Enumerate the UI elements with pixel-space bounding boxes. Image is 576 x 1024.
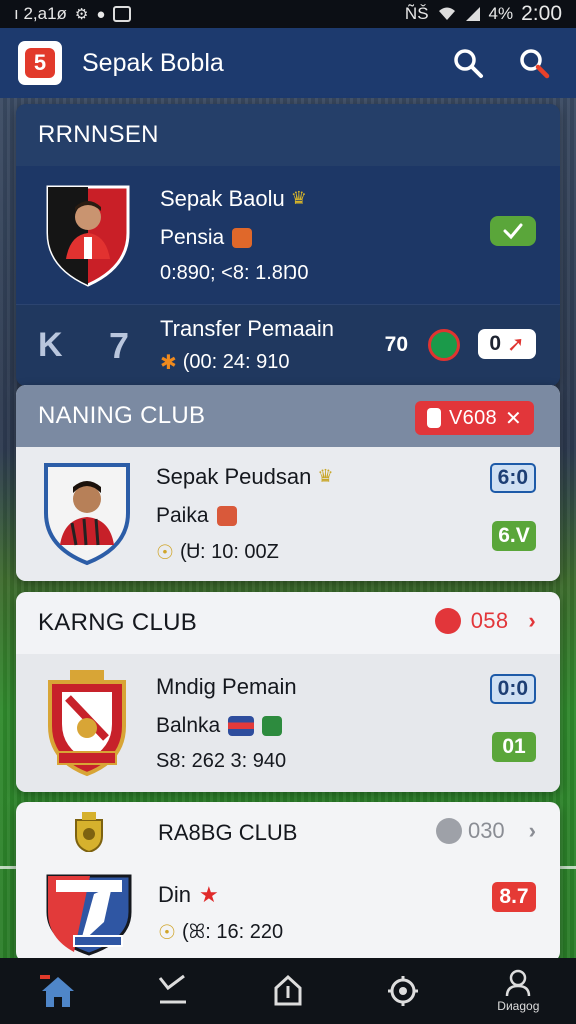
- section-header: RRNNSEN: [16, 104, 560, 166]
- search-alt-button[interactable]: [510, 39, 558, 87]
- home-icon: [39, 975, 74, 1007]
- score-top[interactable]: 6:0: [489, 463, 536, 493]
- section-title: NANING CLUB: [38, 402, 206, 429]
- medal-icon: ☉: [156, 541, 174, 564]
- nav-check[interactable]: [128, 958, 218, 1024]
- nav-upload[interactable]: [243, 958, 333, 1024]
- club-badge-value: V608: [449, 406, 497, 429]
- club-mini-icon: [216, 505, 237, 526]
- club-crest-icon: [46, 874, 132, 956]
- section-ra8bg-club: RA8BG CLUB 030 › Din ★ ☉ (ꕤ: 16: 220 8.7: [16, 802, 560, 962]
- settings-status-icon: ⚙: [74, 6, 89, 23]
- arrow-icon: ➚: [507, 332, 525, 356]
- section-header: NANING CLUB V608 ✕: [16, 385, 560, 447]
- status-time: 2:00: [521, 2, 562, 25]
- club-badge-button[interactable]: 058 ›: [434, 608, 536, 634]
- player-name: Mndig Pemain: [156, 673, 297, 699]
- player-name: Sepak Peudsan: [156, 463, 312, 489]
- app-title: Sepak Bobla: [82, 48, 224, 77]
- section-header: KARNG CLUB 058 ›: [16, 592, 560, 654]
- search-alt-icon: [520, 49, 550, 79]
- club-mini-icon: [262, 715, 283, 736]
- club-badge-button[interactable]: V608 ✕: [415, 401, 534, 435]
- club-crest-icon: [48, 670, 126, 777]
- transfer-meta: (00: 24: 910: [182, 351, 290, 373]
- search-icon: [454, 49, 483, 78]
- transfer-row[interactable]: K 7 Transfer Pemaain ✱ (00: 24: 910 70 0…: [16, 304, 560, 386]
- transfer-badge[interactable]: 0 ➚: [478, 329, 536, 359]
- search-button[interactable]: [444, 39, 492, 87]
- flag-icon: [232, 227, 253, 248]
- status-left-text: ı 2,a1ø: [14, 4, 67, 23]
- player-subtitle: Balnka: [156, 713, 221, 737]
- section-karng-club: KARNG CLUB 058 › Mndig Pemain Balnka S8:…: [16, 592, 560, 792]
- club-circle-icon: [435, 818, 462, 844]
- battery-text: 4%: [488, 4, 514, 23]
- score-bottom[interactable]: 6.V: [492, 521, 536, 551]
- club-badge-value: 030: [467, 818, 505, 843]
- nav-profile[interactable]: Dиagog: [473, 958, 563, 1024]
- profile-icon: [506, 969, 531, 997]
- nav-profile-label: Dиagog: [497, 999, 540, 1013]
- upload-icon: [274, 974, 302, 1006]
- section-title: KARNG CLUB: [38, 609, 198, 636]
- player-crest-avatar: [46, 185, 130, 287]
- chevron-right-icon: ›: [528, 818, 536, 843]
- player-row[interactable]: Sepak Baolu ♛ Pensia 0:890; <8: 1.8Ŋ0: [16, 166, 560, 304]
- star-icon: ✱: [160, 352, 177, 374]
- transfer-left-number: 7: [108, 324, 130, 366]
- status-bar: ı 2,a1ø ⚙ ● ÑŠ 4% 2:00: [0, 0, 576, 28]
- score-bottom[interactable]: 01: [492, 732, 536, 762]
- player-meta: S8: 262 3: 940: [156, 749, 287, 772]
- section-rrnnsen: RRNNSEN Sepak Baolu ♛ Pensia 0:890; <8: …: [16, 104, 560, 386]
- player-name: Sepak Baolu: [160, 185, 285, 211]
- check-icon: [503, 223, 523, 240]
- shield-icon: [427, 408, 442, 428]
- score-badge[interactable]: 8.7: [492, 882, 536, 912]
- transfer-left-letter: K: [38, 326, 63, 364]
- app-bar: 5 Sepak Bobla: [0, 28, 576, 98]
- flag-icon: [228, 715, 255, 736]
- wifi-icon: [438, 7, 455, 20]
- network-text: ÑŠ: [404, 4, 429, 23]
- transfer-score: 70: [384, 333, 408, 356]
- score-top[interactable]: 0:0: [489, 674, 536, 704]
- app-logo[interactable]: 5: [18, 41, 62, 85]
- nav-settings[interactable]: [358, 958, 448, 1024]
- notification-status-icon: [113, 6, 132, 22]
- bottom-navigation: Dиagog: [0, 958, 576, 1024]
- message-status-icon: ●: [96, 5, 106, 23]
- medal-icon: ☉: [158, 922, 176, 944]
- settings-icon: [388, 976, 419, 1006]
- club-badge-icon: [428, 329, 460, 361]
- check-button[interactable]: [490, 216, 536, 246]
- section-title: RA8BG CLUB: [158, 820, 298, 845]
- section-naning-club: NANING CLUB V608 ✕ Sepak Peudsan ♛ Paika: [16, 385, 560, 581]
- trophy-icon: ♛: [317, 466, 334, 486]
- club-small-crest-icon: [75, 812, 103, 852]
- transfer-badge-value: 0: [489, 332, 502, 355]
- chevron-right-icon: ›: [528, 608, 536, 633]
- club-circle-icon: [434, 608, 461, 634]
- player-row[interactable]: Sepak Peudsan ♛ Paika ☉ (Ꮜ: 10: 00Z 6:0 …: [16, 447, 560, 581]
- player-subtitle: Paika: [156, 503, 209, 527]
- club-badge-value: 058: [470, 608, 509, 633]
- checklist-icon: [158, 974, 186, 1004]
- nav-home[interactable]: [13, 958, 103, 1024]
- transfer-title: Transfer Pemaain: [160, 316, 335, 341]
- player-name: Din: [158, 882, 192, 907]
- signal-icon: [465, 7, 480, 21]
- player-meta: (ꕤ: 16: 220: [181, 921, 284, 943]
- player-row[interactable]: Mndig Pemain Balnka S8: 262 3: 940 0:0 0…: [16, 654, 560, 792]
- player-meta: (Ꮜ: 10: 00Z: [179, 540, 279, 563]
- close-icon: ✕: [504, 407, 522, 430]
- app-logo-letter: 5: [25, 48, 55, 78]
- player-meta: 0:890; <8: 1.8Ŋ0: [160, 261, 309, 284]
- trophy-icon: ♛: [290, 188, 307, 208]
- star-icon: ★: [199, 882, 219, 907]
- club-badge-button[interactable]: 030 ›: [435, 818, 536, 844]
- player-subtitle: Pensia: [160, 225, 225, 249]
- player-crest-avatar: [44, 463, 130, 566]
